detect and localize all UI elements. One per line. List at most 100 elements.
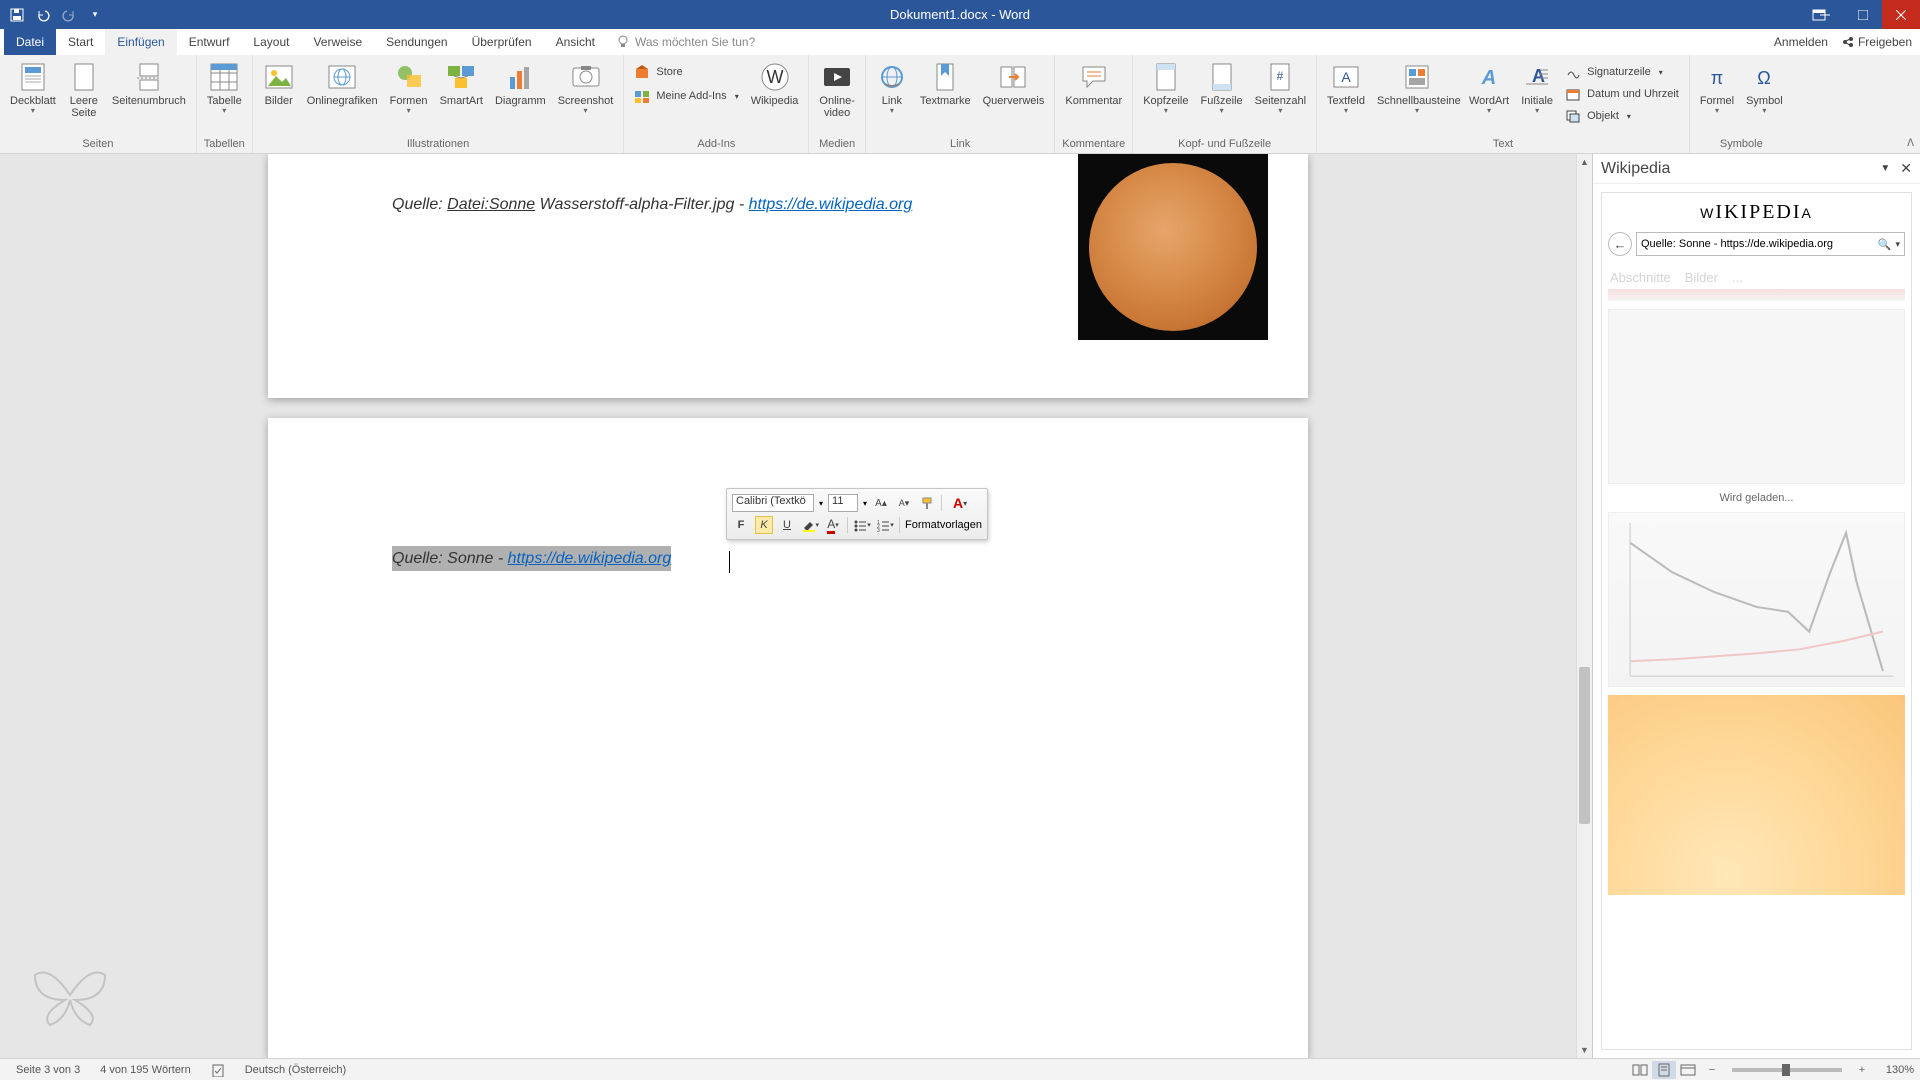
save-button[interactable] <box>6 4 28 26</box>
sun-image[interactable] <box>1078 154 1268 340</box>
image-caption-1[interactable]: Quelle: Datei:Sonne Wasserstoff-alpha-Fi… <box>392 196 912 214</box>
search-icon[interactable]: 🔍 <box>1878 238 1892 251</box>
wiki-tab-more[interactable]: ... <box>1732 270 1743 285</box>
wordart-button[interactable]: AWordArt▾ <box>1463 57 1515 115</box>
status-words[interactable]: 4 von 195 Wörtern <box>90 1064 201 1076</box>
status-proofing-icon[interactable] <box>201 1063 235 1077</box>
numbering-button[interactable]: 123▾ <box>876 516 894 534</box>
textfeld-button[interactable]: ATextfeld▾ <box>1321 57 1371 115</box>
font-size-combo[interactable]: 11 <box>828 494 858 512</box>
status-language[interactable]: Deutsch (Österreich) <box>235 1064 356 1076</box>
wiki-result-card-sun[interactable] <box>1608 695 1905 895</box>
tell-me-search[interactable]: Was möchten Sie tun? <box>607 29 765 55</box>
pane-close-button[interactable]: ✕ <box>1900 160 1912 177</box>
onlinegrafiken-button[interactable]: Onlinegrafiken <box>301 57 384 107</box>
minimize-button[interactable] <box>1806 0 1844 29</box>
italic-button[interactable]: K <box>755 516 773 534</box>
collapse-ribbon-button[interactable]: ᐱ <box>1907 138 1914 149</box>
formatvorlagen-button[interactable]: Formatvorlagen <box>905 519 982 531</box>
zoom-value[interactable]: 130% <box>1874 1064 1914 1076</box>
seitenzahl-button[interactable]: #Seitenzahl▾ <box>1249 57 1312 115</box>
bilder-button[interactable]: Bilder <box>257 57 301 107</box>
sign-in-link[interactable]: Anmelden <box>1774 35 1828 49</box>
font-name-dropdown-icon[interactable]: ▾ <box>819 499 823 508</box>
textmarke-button[interactable]: Textmarke <box>914 57 977 107</box>
initiale-button[interactable]: AInitiale▾ <box>1515 57 1559 115</box>
tab-ueberpruefen[interactable]: Überprüfen <box>460 29 544 55</box>
wiki-search-dropdown-icon[interactable]: ▾ <box>1895 239 1900 250</box>
view-read-mode-button[interactable] <box>1628 1061 1652 1079</box>
tab-einfuegen[interactable]: Einfügen <box>105 29 176 55</box>
wiki-tab-sections[interactable]: Abschnitte <box>1610 270 1671 285</box>
underline-button[interactable]: U <box>778 516 796 534</box>
undo-button[interactable] <box>32 4 54 26</box>
formel-button[interactable]: πFormel▾ <box>1694 57 1740 115</box>
diagramm-button[interactable]: Diagramm <box>489 57 552 107</box>
onlinevideo-button[interactable]: Online- video <box>813 57 860 119</box>
wiki-search-input[interactable] <box>1641 238 1878 250</box>
font-color-button[interactable]: A▾ <box>824 516 842 534</box>
screenshot-button[interactable]: Screenshot▾ <box>552 57 620 115</box>
font-size-dropdown-icon[interactable]: ▾ <box>863 499 867 508</box>
wiki-search-box[interactable]: 🔍 ▾ <box>1636 232 1905 256</box>
scroll-down-button[interactable]: ▼ <box>1577 1042 1592 1058</box>
symbol-button[interactable]: ΩSymbol▾ <box>1740 57 1789 115</box>
fusszeile-button[interactable]: Fußzeile▾ <box>1194 57 1248 115</box>
tab-verweise[interactable]: Verweise <box>301 29 374 55</box>
scrollbar-thumb[interactable] <box>1579 667 1590 824</box>
leere-seite-button[interactable]: Leere Seite <box>62 57 106 119</box>
tabelle-button[interactable]: Tabelle▾ <box>201 57 248 115</box>
image-caption-2-selected[interactable]: Quelle: Sonne - https://de.wikipedia.org <box>392 550 671 568</box>
shrink-font-button[interactable]: A▾ <box>895 494 913 512</box>
bullets-button[interactable]: ▾ <box>853 516 871 534</box>
document-page[interactable]: Quelle: Datei:Sonne Wasserstoff-alpha-Fi… <box>268 154 1308 398</box>
wiki-result-card[interactable] <box>1608 309 1905 484</box>
link-button[interactable]: Link▾ <box>870 57 914 115</box>
vertical-scrollbar[interactable]: ▲ ▼ <box>1576 154 1592 1058</box>
meine-addins-button[interactable]: Meine Add-Ins▾ <box>628 85 744 107</box>
maximize-button[interactable] <box>1844 0 1882 29</box>
tab-sendungen[interactable]: Sendungen <box>374 29 459 55</box>
wiki-result-card[interactable] <box>1608 289 1905 301</box>
wiki-back-button[interactable]: ← <box>1608 232 1632 256</box>
status-page[interactable]: Seite 3 von 3 <box>6 1064 90 1076</box>
store-button[interactable]: Store <box>628 61 744 83</box>
view-print-layout-button[interactable] <box>1652 1061 1676 1079</box>
zoom-slider-thumb[interactable] <box>1782 1064 1790 1076</box>
qat-customize-button[interactable]: ▾ <box>84 4 106 26</box>
datum-uhrzeit-button[interactable]: Datum und Uhrzeit <box>1559 83 1685 105</box>
styles-gallery-button[interactable]: A▾ <box>947 494 973 512</box>
format-painter-button[interactable] <box>918 494 936 512</box>
redo-button[interactable] <box>58 4 80 26</box>
tab-entwurf[interactable]: Entwurf <box>177 29 242 55</box>
wikipedia-addin-button[interactable]: WWikipedia <box>745 57 805 107</box>
formen-button[interactable]: Formen▾ <box>384 57 434 115</box>
bold-button[interactable]: F <box>732 516 750 534</box>
schnellbausteine-button[interactable]: Schnellbausteine▾ <box>1371 57 1463 115</box>
seitenumbruch-button[interactable]: Seitenumbruch <box>106 57 192 107</box>
deckblatt-button[interactable]: Deckblatt▾ <box>4 57 62 115</box>
signaturzeile-button[interactable]: Signaturzeile▾ <box>1559 61 1685 83</box>
link-wikipedia-2[interactable]: https://de.wikipedia.org <box>508 550 672 567</box>
zoom-out-button[interactable]: − <box>1700 1061 1724 1079</box>
objekt-button[interactable]: Objekt▾ <box>1559 105 1685 127</box>
font-name-combo[interactable]: Calibri (Textkö <box>732 494 814 512</box>
view-web-layout-button[interactable] <box>1676 1061 1700 1079</box>
tab-ansicht[interactable]: Ansicht <box>544 29 607 55</box>
highlight-button[interactable]: ▾ <box>801 516 819 534</box>
kommentar-button[interactable]: Kommentar <box>1059 57 1128 107</box>
tab-file[interactable]: Datei <box>4 29 56 55</box>
grow-font-button[interactable]: A▴ <box>872 494 890 512</box>
pane-menu-button[interactable]: ▼ <box>1880 163 1890 174</box>
document-page-3[interactable]: Quelle: Sonne - https://de.wikipedia.org… <box>268 418 1308 1058</box>
tab-start[interactable]: Start <box>56 29 105 55</box>
scroll-up-button[interactable]: ▲ <box>1577 154 1592 170</box>
zoom-in-button[interactable]: + <box>1850 1061 1874 1079</box>
smartart-button[interactable]: SmartArt <box>434 57 489 107</box>
tab-layout[interactable]: Layout <box>241 29 301 55</box>
share-button[interactable]: Freigeben <box>1842 35 1912 49</box>
wiki-result-card-graph[interactable] <box>1608 512 1905 687</box>
wiki-tab-images[interactable]: Bilder <box>1685 270 1718 285</box>
querverweis-button[interactable]: Querverweis <box>977 57 1051 107</box>
link-wikipedia-1[interactable]: https://de.wikipedia.org <box>749 196 913 213</box>
